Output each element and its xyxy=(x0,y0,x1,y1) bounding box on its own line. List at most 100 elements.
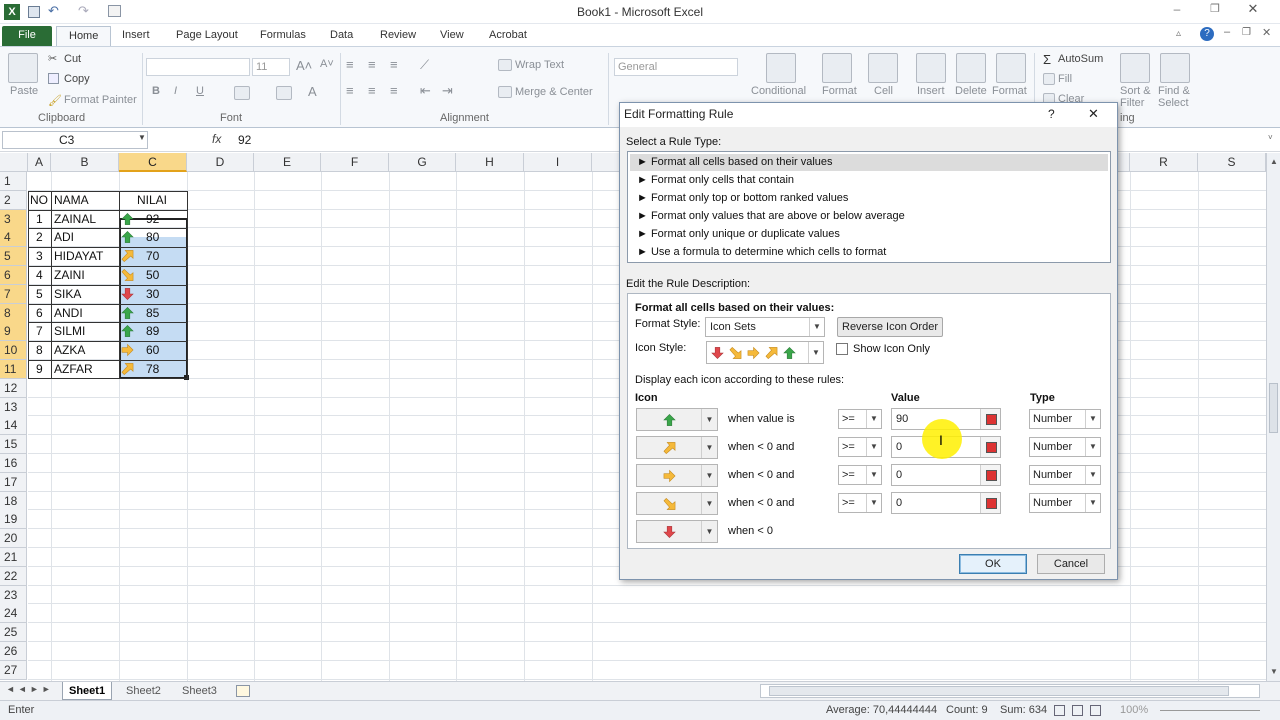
sort-filter-button-line2[interactable]: Filter xyxy=(1120,97,1144,109)
cell-no[interactable]: 4 xyxy=(36,266,43,285)
rule-type-combo[interactable]: Number ▼ xyxy=(1029,437,1101,457)
font-name-combo[interactable] xyxy=(146,58,250,76)
decrease-indent-icon[interactable]: ⇤ xyxy=(420,83,431,99)
paste-icon[interactable] xyxy=(8,53,38,83)
align-left-icon[interactable]: ≡ xyxy=(346,83,354,98)
sheet-tab-3[interactable]: Sheet3 xyxy=(176,682,223,700)
row-header[interactable]: 10 xyxy=(0,341,27,361)
row-header[interactable]: 22 xyxy=(0,566,27,586)
cell-nilai[interactable]: 70 xyxy=(146,247,159,266)
rule-icon-picker[interactable]: ▼ xyxy=(636,520,718,543)
row-header[interactable]: 17 xyxy=(0,472,27,492)
rule-type-combo[interactable]: Number ▼ xyxy=(1029,493,1101,513)
tab-file[interactable]: File xyxy=(2,26,52,46)
conditional-formatting-button[interactable]: Conditional xyxy=(751,85,806,97)
row-header[interactable]: 1 xyxy=(0,172,27,191)
column-header[interactable]: H xyxy=(456,153,524,172)
cell-no[interactable]: 2 xyxy=(36,228,43,247)
italic-button[interactable]: I xyxy=(174,85,177,97)
cell-nama[interactable]: ZAINI xyxy=(54,266,85,285)
normal-view-icon[interactable] xyxy=(1054,705,1065,716)
fill-icon[interactable] xyxy=(1043,73,1055,85)
column-header[interactable]: I xyxy=(524,153,592,172)
cut-icon[interactable]: ✂ xyxy=(48,52,57,65)
cell-nilai[interactable]: 78 xyxy=(146,360,159,379)
sort-filter-icon[interactable] xyxy=(1120,53,1150,83)
insert-sheet-icon[interactable] xyxy=(236,685,250,697)
vertical-scrollbar[interactable]: ▲ ▼ xyxy=(1266,153,1280,681)
find-select-button[interactable]: Find & xyxy=(1158,85,1190,97)
column-header[interactable]: R xyxy=(1130,153,1198,172)
bold-button[interactable]: B xyxy=(152,85,160,97)
column-header[interactable]: A xyxy=(28,153,51,172)
rule-type-combo[interactable]: Number ▼ xyxy=(1029,465,1101,485)
shrink-font-icon[interactable]: A˅ xyxy=(320,58,334,70)
row-header[interactable]: 9 xyxy=(0,322,27,342)
rule-operator-combo[interactable]: >= ▼ xyxy=(838,409,882,429)
restore-button[interactable]: ❐ xyxy=(1204,2,1226,15)
cell-styles-icon[interactable] xyxy=(868,53,898,83)
align-middle-icon[interactable]: ≡ xyxy=(368,57,376,72)
cell-nilai[interactable]: 60 xyxy=(146,341,159,360)
font-color-icon[interactable]: A xyxy=(308,84,317,99)
rule-icon-picker[interactable]: ▼ xyxy=(636,492,718,515)
cell-nama[interactable]: ZAINAL xyxy=(54,210,96,229)
range-select-icon[interactable] xyxy=(980,465,1000,485)
tab-data[interactable]: Data xyxy=(318,26,365,46)
rule-type-item[interactable]: ► Use a formula to determine which cells… xyxy=(630,244,1108,261)
rule-operator-combo[interactable]: >= ▼ xyxy=(838,493,882,513)
row-header[interactable]: 23 xyxy=(0,585,27,605)
help-icon[interactable]: ? xyxy=(1200,27,1214,41)
zoom-slider[interactable] xyxy=(1160,710,1260,711)
cell-no[interactable]: 5 xyxy=(36,285,43,304)
rule-type-item[interactable]: ► Format only cells that contain xyxy=(630,172,1108,189)
rule-operator-combo[interactable]: >= ▼ xyxy=(838,465,882,485)
tab-insert[interactable]: Insert xyxy=(110,26,162,46)
range-select-icon[interactable] xyxy=(980,437,1000,457)
grow-font-icon[interactable]: A˄ xyxy=(296,58,312,73)
tab-home[interactable]: Home xyxy=(56,26,112,46)
tab-formulas[interactable]: Formulas xyxy=(248,26,318,46)
increase-indent-icon[interactable]: ⇥ xyxy=(442,83,453,99)
cancel-button[interactable]: Cancel xyxy=(1037,554,1105,574)
orientation-icon[interactable]: ⟋ xyxy=(420,57,429,73)
format-as-table-button[interactable]: Format xyxy=(822,85,857,97)
column-header[interactable]: F xyxy=(321,153,389,172)
row-header[interactable]: 25 xyxy=(0,623,27,643)
cut-button[interactable]: Cut xyxy=(64,53,81,65)
rule-type-combo[interactable]: Number ▼ xyxy=(1029,409,1101,429)
cell-nilai[interactable]: 30 xyxy=(146,285,159,304)
insert-function-icon[interactable]: fx xyxy=(212,132,221,146)
show-icon-only-checkbox[interactable] xyxy=(836,343,848,355)
sheet-nav-arrows-icon[interactable]: ◄◄►► xyxy=(6,684,54,694)
show-icon-only-label[interactable]: Show Icon Only xyxy=(853,343,930,355)
close-window-button[interactable]: ✕ xyxy=(1242,1,1264,17)
sheet-tab-2[interactable]: Sheet2 xyxy=(120,682,167,700)
column-header-hidden[interactable] xyxy=(592,153,620,172)
cell-no[interactable]: 6 xyxy=(36,304,43,323)
format-as-table-icon[interactable] xyxy=(822,53,852,83)
tab-page-layout[interactable]: Page Layout xyxy=(164,26,250,46)
column-header[interactable]: E xyxy=(254,153,321,172)
cell-nama[interactable]: AZFAR xyxy=(54,360,93,379)
row-header[interactable]: 3 xyxy=(0,209,27,229)
autosum-icon[interactable]: Σ xyxy=(1043,52,1051,67)
select-all-corner[interactable] xyxy=(0,153,28,172)
column-header[interactable]: S xyxy=(1198,153,1266,172)
header-no[interactable]: NO xyxy=(30,191,48,210)
rule-icon-picker[interactable]: ▼ xyxy=(636,436,718,459)
cell-nama[interactable]: AZKA xyxy=(54,341,85,360)
name-box-dropdown-icon[interactable]: ▼ xyxy=(138,133,146,142)
row-header[interactable]: 16 xyxy=(0,454,27,473)
row-header[interactable]: 4 xyxy=(0,228,27,248)
ribbon-minimize-icon[interactable]: ▵ xyxy=(1176,28,1181,39)
name-box[interactable]: C3 xyxy=(2,131,148,149)
row-header[interactable]: 14 xyxy=(0,416,27,436)
reverse-icon-order-button[interactable]: Reverse Icon Order xyxy=(837,317,943,337)
fill-button[interactable]: Fill xyxy=(1058,73,1072,85)
page-layout-view-icon[interactable] xyxy=(1072,705,1083,716)
row-header[interactable]: 12 xyxy=(0,378,27,398)
conditional-formatting-icon[interactable] xyxy=(766,53,796,83)
cell-nama[interactable]: SILMI xyxy=(54,322,85,341)
dialog-close-button[interactable]: ✕ xyxy=(1088,106,1099,122)
